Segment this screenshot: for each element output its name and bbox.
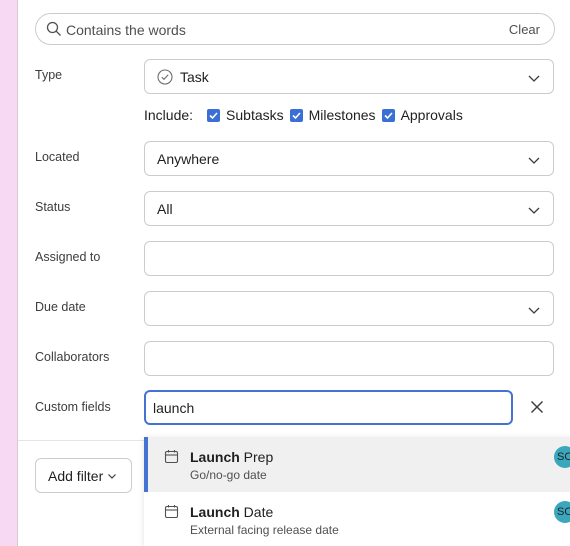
subtasks-checkbox[interactable]: Subtasks bbox=[207, 107, 284, 123]
advanced-search-panel: Contains the words Clear Type Task Inclu… bbox=[17, 0, 570, 546]
collaborators-input[interactable] bbox=[144, 341, 554, 376]
located-select[interactable]: Anywhere bbox=[144, 141, 554, 176]
calendar-icon bbox=[164, 450, 179, 464]
include-label: Include: bbox=[144, 107, 194, 123]
custom-fields-value: launch bbox=[153, 400, 195, 416]
due-date-select[interactable] bbox=[144, 291, 554, 326]
assigned-to-label: Assigned to bbox=[35, 250, 101, 264]
custom-fields-label: Custom fields bbox=[35, 400, 111, 414]
search-input[interactable]: Contains the words Clear bbox=[35, 13, 555, 45]
suggestion-item[interactable]: Launch Date External facing release date… bbox=[144, 492, 570, 546]
add-filter-button[interactable]: Add filter bbox=[35, 458, 132, 493]
status-value: All bbox=[157, 201, 173, 217]
chevron-down-icon bbox=[528, 75, 540, 82]
chevron-down-icon bbox=[108, 473, 117, 479]
suggestion-title: Launch Prep bbox=[190, 449, 274, 465]
approvals-label: Approvals bbox=[400, 107, 463, 123]
task-check-icon bbox=[157, 69, 173, 85]
milestones-checkbox[interactable]: Milestones bbox=[289, 107, 376, 123]
add-filter-label: Add filter bbox=[48, 467, 104, 484]
checkbox-checked-icon bbox=[289, 108, 303, 122]
chevron-down-icon bbox=[528, 307, 540, 314]
located-value: Anywhere bbox=[157, 151, 220, 167]
custom-fields-dropdown: Launch Prep Go/no-go date SO Launch Date… bbox=[144, 437, 570, 546]
assigned-to-input[interactable] bbox=[144, 241, 554, 276]
include-options: Include: Subtasks Milestones Approvals bbox=[144, 107, 469, 123]
approvals-checkbox[interactable]: Approvals bbox=[381, 107, 463, 123]
due-date-label: Due date bbox=[35, 300, 86, 314]
type-select[interactable]: Task bbox=[144, 59, 554, 94]
subtasks-label: Subtasks bbox=[226, 107, 284, 123]
close-icon[interactable] bbox=[529, 399, 545, 415]
checkbox-checked-icon bbox=[381, 108, 395, 122]
chevron-down-icon bbox=[528, 207, 540, 214]
status-label: Status bbox=[35, 200, 71, 214]
suggestion-subtitle: Go/no-go date bbox=[190, 468, 267, 482]
checkbox-checked-icon bbox=[207, 108, 221, 122]
calendar-icon bbox=[164, 505, 179, 519]
custom-fields-input[interactable]: launch bbox=[144, 390, 513, 425]
suggestion-subtitle: External facing release date bbox=[190, 523, 339, 537]
status-select[interactable]: All bbox=[144, 191, 554, 226]
clear-button[interactable]: Clear bbox=[509, 22, 540, 37]
search-placeholder: Contains the words bbox=[66, 22, 186, 38]
search-icon bbox=[46, 21, 61, 36]
chevron-down-icon bbox=[528, 157, 540, 164]
type-value: Task bbox=[180, 69, 209, 85]
suggestion-title: Launch Date bbox=[190, 504, 274, 520]
avatar: SO bbox=[554, 446, 570, 468]
collaborators-label: Collaborators bbox=[35, 350, 110, 364]
located-label: Located bbox=[35, 150, 80, 164]
type-label: Type bbox=[35, 68, 63, 82]
avatar: SO bbox=[554, 501, 570, 523]
suggestion-item[interactable]: Launch Prep Go/no-go date SO bbox=[144, 437, 570, 492]
milestones-label: Milestones bbox=[308, 107, 376, 123]
